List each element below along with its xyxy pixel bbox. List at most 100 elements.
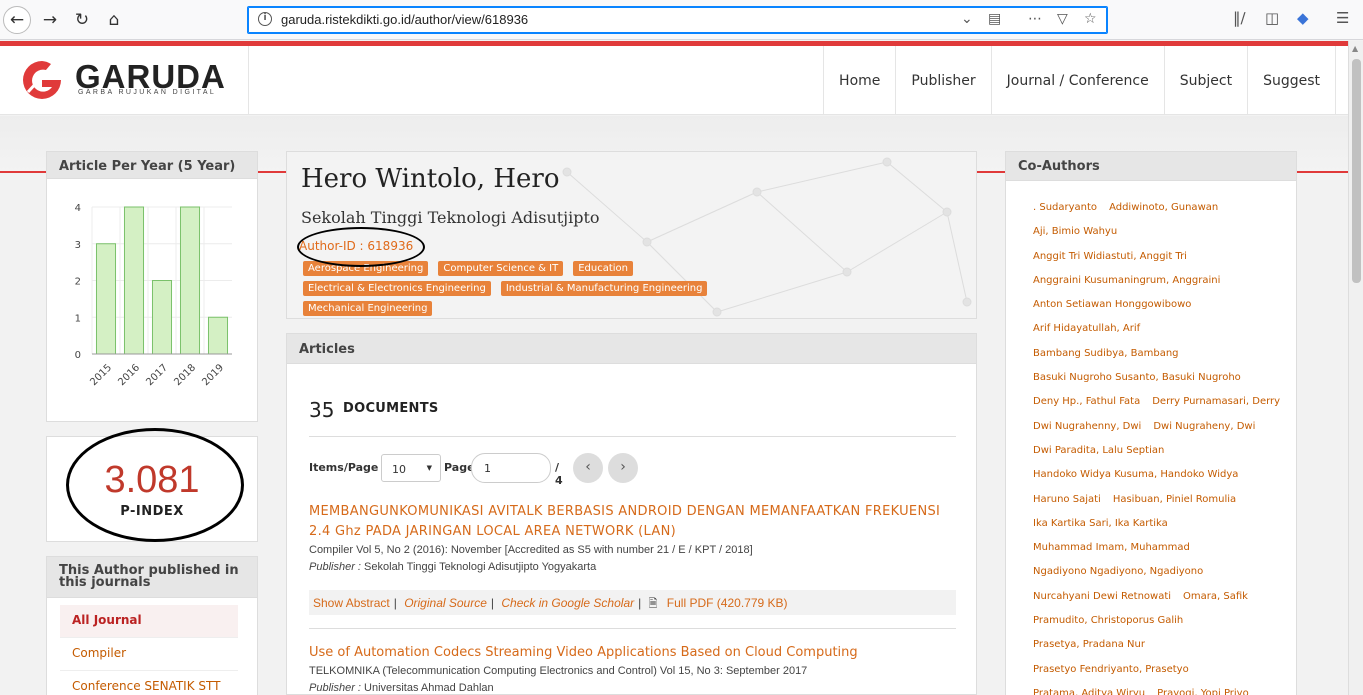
co-author-link[interactable]: Muhammad Imam, Muhammad [1033,542,1190,553]
menu-subject[interactable]: Subject [1163,46,1247,115]
next-page-button[interactable]: › [608,453,638,483]
article-title[interactable]: Use of Automation Codecs Streaming Video… [309,643,956,663]
co-author-link[interactable]: Dwi Paradita, Lalu Septian [1033,445,1164,456]
library-icon[interactable]: ‖∕ [1233,9,1246,27]
more-icon[interactable]: ⋯ [1028,11,1042,27]
articles-title: Articles [287,334,976,364]
co-author-link[interactable]: . Sudaryanto [1033,202,1097,213]
page-scrollbar[interactable]: ▲ [1348,41,1363,695]
co-author-link[interactable]: Anton Setiawan Honggowibowo [1033,299,1191,310]
co-author-link[interactable]: Prasetya, Pradana Nur [1033,639,1145,650]
scroll-up-icon[interactable]: ▲ [1352,44,1358,53]
x-tick-label: 2018 [172,362,198,388]
co-authors-panel: Co-Authors . Sudaryanto Addiwinoto, Gunaw… [1005,151,1297,695]
divider [309,628,956,629]
co-author-row: Dwi Paradita, Lalu Septian [1033,445,1293,469]
co-author-link[interactable]: Anggit Tri Widiastuti, Anggit Tri [1033,251,1187,262]
co-author-link[interactable]: Pratama, Aditya Wiryu [1033,688,1145,695]
tag-mechanical[interactable]: Mechanical Engineering [303,301,433,316]
y-tick-label: 1 [75,313,81,324]
co-author-link[interactable]: Addiwinoto, Gunawan [1109,202,1218,213]
prev-page-button[interactable]: ‹ [573,453,603,483]
co-author-link[interactable]: Hasibuan, Piniel Romulia [1113,494,1236,505]
co-author-link[interactable]: Pramudito, Christoporus Galih [1033,615,1183,626]
tag-computer-science[interactable]: Computer Science & IT [438,261,564,276]
co-author-link[interactable]: Ika Kartika Sari, Ika Kartika [1033,518,1168,529]
publisher-label: Publisher : [309,561,361,573]
url-bar[interactable]: i garuda.ristekdikti.go.id/author/view/6… [247,6,1108,34]
co-author-link[interactable]: Ngadiyono Ngadiyono, Ngadiyono [1033,566,1203,577]
co-author-link[interactable]: Prasetyo Fendriyanto, Prasetyo [1033,664,1189,675]
info-icon[interactable]: i [258,12,272,26]
annotation-ellipse [66,428,244,542]
page-label: Page [444,461,475,474]
show-abstract-link[interactable]: Show Abstract [313,596,390,610]
reload-icon[interactable]: ↻ [68,6,96,34]
back-icon[interactable]: ← [3,6,31,34]
dropdown-arrow-icon: ▼ [426,464,432,472]
co-author-link[interactable]: Deny Hp., Fathul Fata [1033,396,1140,407]
journal-item-all[interactable]: All Journal [60,605,238,638]
article-title[interactable]: MEMBANGUNKOMUNIKASI AVITALK BERBASIS AND… [309,502,956,542]
co-author-link[interactable]: Aji, Bimio Wahyu [1033,226,1117,237]
co-author-link[interactable]: Nurcahyani Dewi Retnowati [1033,591,1171,602]
menu-icon[interactable]: ☰ [1336,9,1349,27]
co-author-link[interactable]: Haruno Sajati [1033,494,1101,505]
google-scholar-link[interactable]: Check in Google Scholar [501,596,634,610]
full-pdf-link[interactable]: Full PDF (420.779 KB) [667,596,788,610]
star-icon[interactable]: ☆ [1084,11,1097,27]
co-author-row: Basuki Nugroho Susanto, Basuki Nugroho [1033,372,1293,396]
co-author-link[interactable]: Prayogi, Yopi Priyo [1157,688,1249,695]
reader-icon[interactable]: ▤ [988,11,1001,27]
co-author-link[interactable]: Dwi Nugraheny, Dwi [1153,421,1255,432]
co-author-link[interactable]: Basuki Nugroho Susanto, Basuki Nugroho [1033,372,1241,383]
co-author-link[interactable]: Bambang Sudibya, Bambang [1033,348,1179,359]
original-source-link[interactable]: Original Source [404,596,487,610]
journal-item-compiler[interactable]: Compiler [60,638,238,671]
logo[interactable]: GARUDA GARBA RUJUKAN DIGITAL [18,58,233,102]
pdf-icon: 🗎 [648,598,658,610]
menu-publisher[interactable]: Publisher [895,46,990,115]
articles-panel: Articles 35 DOCUMENTS Items/Page 10 ▼ Pa… [286,333,977,695]
co-authors-list: . Sudaryanto Addiwinoto, Gunawan Aji, Bimi… [1033,202,1293,695]
tag-electrical[interactable]: Electrical & Electronics Engineering [303,281,491,296]
co-authors-title: Co-Authors [1006,152,1296,181]
co-author-row: Arif Hidayatullah, Arif [1033,323,1293,347]
tag-education[interactable]: Education [573,261,634,276]
co-author-link[interactable]: Anggraini Kusumaningrum, Anggraini [1033,275,1220,286]
journal-item-senatik[interactable]: Conference SENATIK STT [60,671,238,695]
co-author-link[interactable]: Handoko Widya Kusuma, Handoko Widya [1033,469,1238,480]
co-author-row: Bambang Sudibya, Bambang [1033,348,1293,372]
items-per-page-select[interactable]: 10 ▼ [381,454,441,482]
scroll-thumb[interactable] [1352,59,1361,283]
chart-panel-title: Article Per Year (5 Year) [47,152,257,179]
co-author-row: Handoko Widya Kusuma, Handoko Widya [1033,469,1293,493]
co-author-link[interactable]: Omara, Safik [1183,591,1248,602]
article-publisher: Publisher : Universitas Ahmad Dahlan [309,680,956,694]
chart-bar [95,243,117,355]
forward-icon[interactable]: → [36,6,64,34]
menu-suggest[interactable]: Suggest [1247,46,1336,115]
extension-icon[interactable]: ◆ [1297,9,1309,27]
url-text[interactable]: garuda.ristekdikti.go.id/author/view/618… [281,12,528,27]
x-tick-label: 2017 [144,362,170,388]
co-author-row: Prasetya, Pradana Nur [1033,639,1293,663]
chart-bar [151,280,173,355]
page-input[interactable]: 1 [471,453,551,483]
co-author-link[interactable]: Derry Purnamasari, Derry [1152,396,1280,407]
menu-journal-conference[interactable]: Journal / Conference [990,46,1164,115]
y-tick-label: 2 [75,277,81,288]
menu-home[interactable]: Home [823,46,895,115]
pocket-icon[interactable]: ▽ [1057,11,1068,27]
chart-bar [123,206,145,355]
tag-industrial[interactable]: Industrial & Manufacturing Engineering [500,281,708,296]
site-header: GARUDA GARBA RUJUKAN DIGITAL Home Publis… [0,46,1348,115]
x-tick-label: 2016 [116,362,142,388]
chevron-down-icon[interactable]: ⌄ [961,11,973,27]
co-author-row: . Sudaryanto Addiwinoto, Gunawan [1033,202,1293,226]
co-author-link[interactable]: Dwi Nugrahenny, Dwi [1033,421,1141,432]
co-author-link[interactable]: Arif Hidayatullah, Arif [1033,323,1140,334]
sidebar-icon[interactable]: ◫ [1265,9,1279,27]
home-icon[interactable]: ⌂ [100,6,128,34]
subject-tags: Aerospace Engineering Computer Science &… [303,261,823,316]
